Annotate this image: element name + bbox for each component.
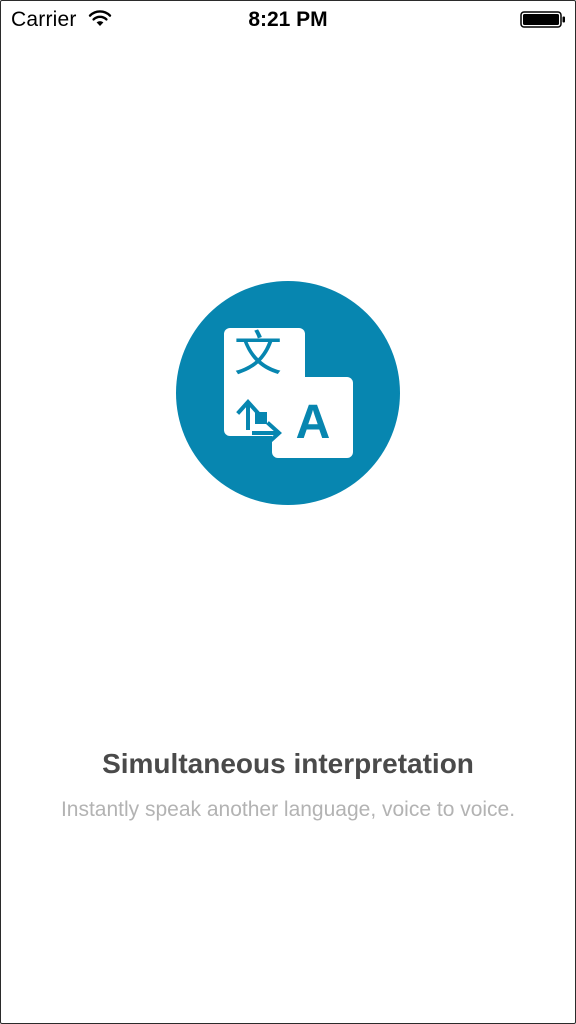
translate-icon: 文 A (176, 281, 400, 505)
source-glyph: 文 (234, 326, 282, 382)
battery-icon (520, 11, 565, 28)
status-bar: Carrier 8:21 PM (0, 0, 576, 40)
page-title: Simultaneous interpretation (102, 748, 474, 779)
page-subtitle: Instantly speak another language, voice … (60, 798, 516, 821)
status-time: 8:21 PM (248, 8, 328, 31)
device-frame (0, 0, 576, 1024)
target-glyph: A (296, 396, 331, 449)
